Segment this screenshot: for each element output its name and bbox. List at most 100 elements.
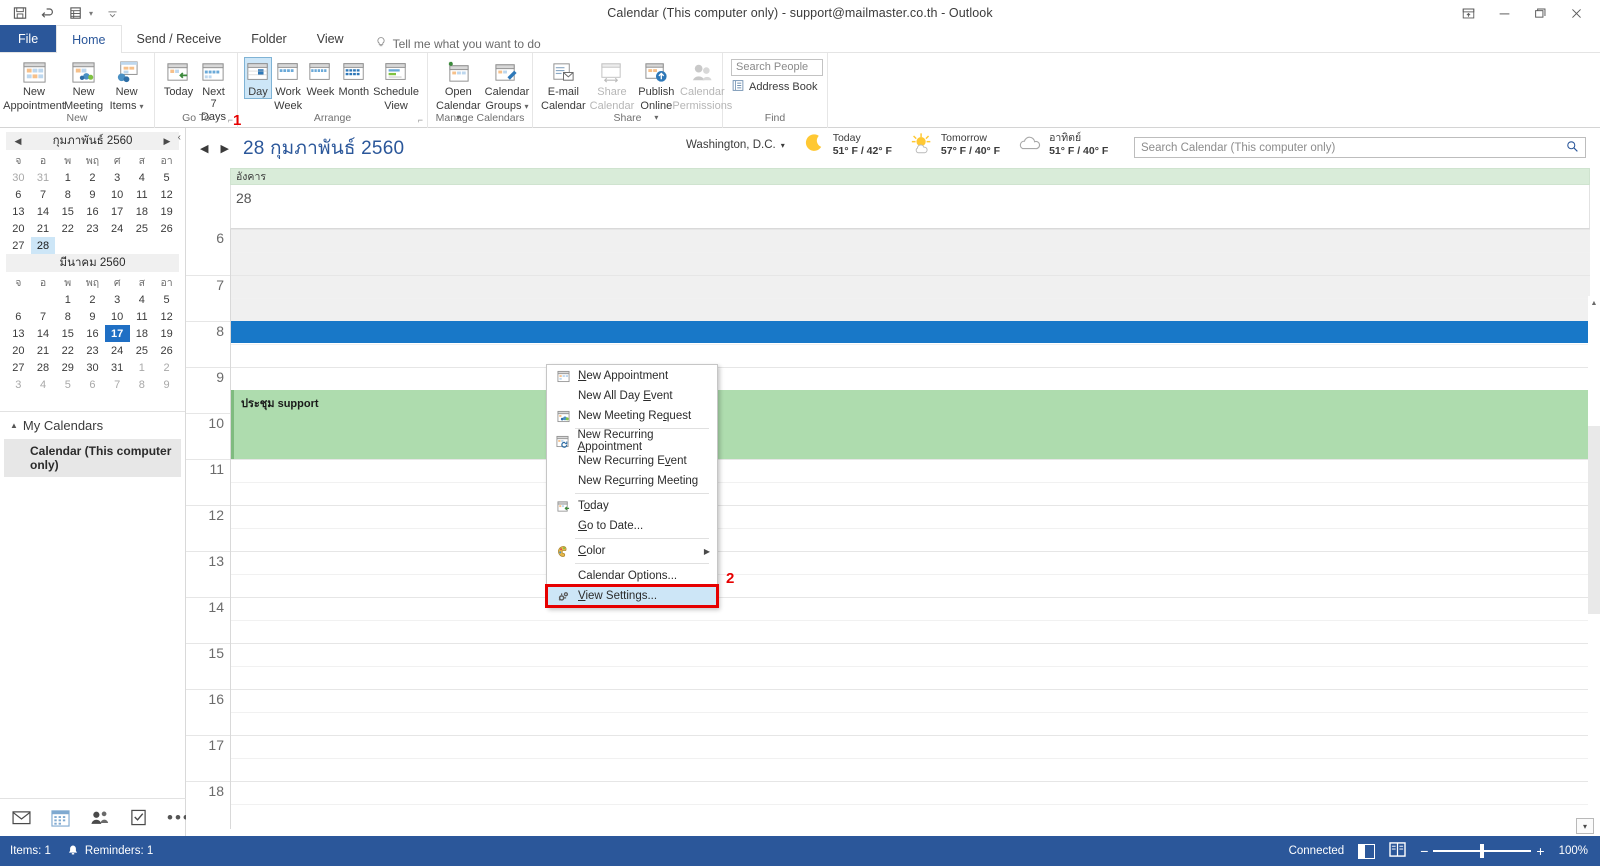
- day-cell[interactable]: 13: [6, 325, 31, 342]
- day-cell[interactable]: 4: [130, 291, 155, 308]
- menu-item-new-recurring-meeting[interactable]: New Recurring Meeting: [547, 471, 717, 491]
- tab-view[interactable]: View: [302, 25, 359, 52]
- day-cell[interactable]: 4: [31, 376, 56, 393]
- zoom-slider[interactable]: − +: [1420, 844, 1545, 859]
- menu-item-new-appointment[interactable]: New Appointment: [547, 366, 717, 386]
- day-cell[interactable]: 8: [55, 186, 80, 203]
- tab-send-receive[interactable]: Send / Receive: [122, 25, 237, 52]
- day-cell[interactable]: 24: [105, 342, 130, 359]
- day-cell[interactable]: 5: [154, 169, 179, 186]
- day-cell[interactable]: 28: [31, 359, 56, 376]
- hour-row[interactable]: [231, 275, 1590, 321]
- day-cell[interactable]: 6: [6, 186, 31, 203]
- day-cell[interactable]: 9: [80, 186, 105, 203]
- day-cell[interactable]: 26: [154, 342, 179, 359]
- day-cell[interactable]: 27: [6, 359, 31, 376]
- new-items-button[interactable]: New Items ▾: [105, 57, 148, 112]
- day-view-button[interactable]: Day: [244, 57, 272, 99]
- day-cell[interactable]: 15: [55, 203, 80, 220]
- day-cell[interactable]: 8: [55, 308, 80, 325]
- appointment-block[interactable]: ประชุม support: [231, 390, 1590, 459]
- day-cell-today[interactable]: 17: [104, 325, 130, 342]
- schedule-view-button[interactable]: Schedule View: [371, 57, 421, 112]
- day-cell[interactable]: 19: [154, 325, 179, 342]
- hour-row[interactable]: [231, 505, 1590, 551]
- magnifier-icon[interactable]: [1566, 140, 1579, 156]
- day-cell[interactable]: 17: [105, 203, 130, 220]
- hour-row[interactable]: [231, 229, 1590, 275]
- ribbon-display-options-icon[interactable]: [1450, 0, 1486, 26]
- day-cell[interactable]: 23: [80, 342, 105, 359]
- search-calendar-input[interactable]: Search Calendar (This computer only): [1134, 137, 1586, 158]
- new-appointment-button[interactable]: New Appointment: [3, 57, 65, 112]
- tab-file[interactable]: File: [0, 25, 57, 52]
- day-cell[interactable]: 25: [130, 220, 155, 237]
- close-icon[interactable]: [1558, 0, 1594, 26]
- day-cell[interactable]: 30: [80, 359, 105, 376]
- day-cell[interactable]: 2: [154, 359, 179, 376]
- day-cell[interactable]: 5: [55, 376, 80, 393]
- hour-row[interactable]: [231, 735, 1590, 781]
- day-cell[interactable]: 20: [6, 342, 31, 359]
- hour-row[interactable]: [231, 459, 1590, 505]
- day-cell[interactable]: 18: [130, 203, 155, 220]
- new-meeting-button[interactable]: New Meeting: [62, 57, 105, 112]
- tell-me-box[interactable]: Tell me what you want to do: [359, 36, 541, 52]
- hour-row[interactable]: [231, 689, 1590, 735]
- scroll-thumb[interactable]: [1588, 426, 1600, 614]
- menu-item-go-to-date[interactable]: Go to Date...: [547, 516, 717, 536]
- day-cell[interactable]: 27: [6, 237, 31, 254]
- day-cell[interactable]: 14: [31, 203, 56, 220]
- day-cell[interactable]: 31: [105, 359, 130, 376]
- menu-item-new-recurring-event[interactable]: New Recurring Event: [547, 451, 717, 471]
- day-cell[interactable]: 14: [31, 325, 56, 342]
- day-cell[interactable]: 22: [55, 342, 80, 359]
- time-slots[interactable]: ประชุม support: [230, 229, 1590, 829]
- day-cell[interactable]: 12: [154, 308, 179, 325]
- day-cell[interactable]: 7: [31, 186, 56, 203]
- normal-view-icon[interactable]: [1358, 843, 1376, 859]
- email-calendar-button[interactable]: E-mail Calendar: [539, 57, 588, 112]
- day-cell[interactable]: 11: [130, 308, 155, 325]
- day-cell[interactable]: 3: [105, 291, 130, 308]
- day-cell[interactable]: 15: [55, 325, 80, 342]
- day-cell[interactable]: 12: [154, 186, 179, 203]
- day-cell[interactable]: 23: [80, 220, 105, 237]
- my-calendars-header[interactable]: ▲ My Calendars: [0, 411, 185, 439]
- day-cell[interactable]: 30: [6, 169, 31, 186]
- day-cell[interactable]: 9: [154, 376, 179, 393]
- day-cell[interactable]: 2: [80, 169, 105, 186]
- chevron-down-icon[interactable]: ▾: [781, 141, 785, 150]
- reminders-status[interactable]: Reminders: 1: [67, 844, 153, 859]
- calendar-icon[interactable]: [51, 809, 70, 827]
- tasks-icon[interactable]: [130, 809, 147, 826]
- day-cell-selected[interactable]: 28: [30, 237, 56, 254]
- day-cell[interactable]: 7: [31, 308, 56, 325]
- day-cell[interactable]: 6: [6, 308, 31, 325]
- address-book-button[interactable]: Address Book: [729, 79, 817, 95]
- next-month-arrow[interactable]: ▶: [161, 136, 173, 147]
- month-view-button[interactable]: Month: [337, 57, 372, 99]
- calendar-groups-button[interactable]: Calendar Groups ▾: [483, 57, 532, 112]
- reading-pane-dropdown[interactable]: ▾: [1576, 818, 1594, 834]
- mini-calendar-march[interactable]: จ อ พ พฤ ศ ส อา 1 2 3 4 5 6 7 8 9 10 11 …: [6, 274, 179, 393]
- sidebar-item-calendar[interactable]: Calendar (This computer only): [4, 439, 181, 477]
- day-cell[interactable]: 26: [154, 220, 179, 237]
- day-cell[interactable]: 7: [105, 376, 130, 393]
- day-cell[interactable]: 29: [55, 359, 80, 376]
- scroll-track[interactable]: [1588, 310, 1600, 866]
- arrange-dialog-launcher-icon[interactable]: ⌐: [418, 113, 423, 128]
- today-button[interactable]: Today: [161, 57, 196, 99]
- day-cell[interactable]: 1: [55, 291, 80, 308]
- day-cell[interactable]: 10: [105, 186, 130, 203]
- tab-folder[interactable]: Folder: [236, 25, 301, 52]
- day-cell[interactable]: 3: [105, 169, 130, 186]
- weather-day-today[interactable]: Today 51° F / 42° F: [803, 132, 892, 158]
- day-cell[interactable]: 18: [130, 325, 155, 342]
- day-cell[interactable]: 6: [80, 376, 105, 393]
- zoom-knob[interactable]: [1480, 844, 1485, 859]
- prev-day-arrow[interactable]: ◀: [200, 142, 208, 155]
- day-cell[interactable]: 19: [154, 203, 179, 220]
- day-cell[interactable]: 1: [130, 359, 155, 376]
- weather-day-sunday[interactable]: อาทิตย์ 51° F / 40° F: [1018, 132, 1108, 158]
